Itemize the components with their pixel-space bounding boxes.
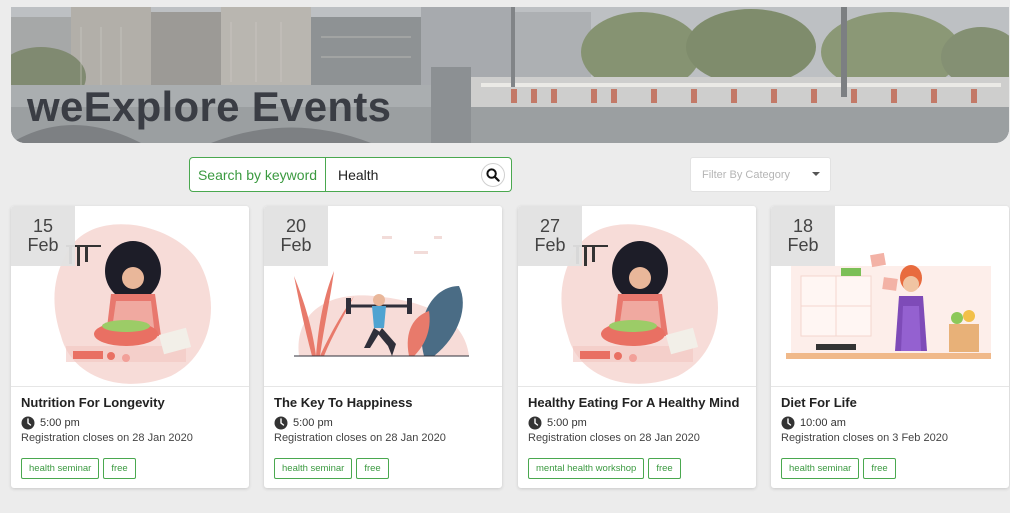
search-button[interactable] xyxy=(481,163,505,187)
event-tag[interactable]: free xyxy=(648,458,681,479)
event-tags: health seminar free xyxy=(274,458,389,479)
event-day: 15 xyxy=(32,216,54,236)
event-month: Feb xyxy=(787,235,819,255)
event-time-row: 5:00 pm xyxy=(528,416,587,430)
event-tag[interactable]: free xyxy=(103,458,136,479)
event-tags: mental health workshop free xyxy=(528,458,681,479)
event-tag[interactable]: health seminar xyxy=(21,458,100,479)
event-title[interactable]: Diet For Life xyxy=(781,395,857,410)
event-time-row: 10:00 am xyxy=(781,416,846,430)
caret-down-icon xyxy=(812,172,820,176)
clock-icon xyxy=(274,416,288,430)
event-tags: health seminar free xyxy=(21,458,136,479)
event-title[interactable]: Healthy Eating For A Healthy Mind xyxy=(528,395,739,410)
event-registration-deadline: Registration closes on 3 Feb 2020 xyxy=(781,432,948,444)
search-input[interactable] xyxy=(338,166,468,183)
page-title: weExplore Events xyxy=(27,83,392,130)
event-card[interactable]: 20 Feb The Key To Happiness 5:00 pm Regi… xyxy=(264,206,502,488)
search-label: Search by keyword xyxy=(189,157,326,192)
card-divider xyxy=(11,386,249,387)
event-card[interactable]: 27 Feb Healthy Eating For A Healthy Mind… xyxy=(518,206,756,488)
hero-banner: weExplore Events xyxy=(11,7,1009,143)
event-month: Feb xyxy=(280,235,312,255)
event-time-row: 5:00 pm xyxy=(274,416,333,430)
event-time: 10:00 am xyxy=(800,417,846,429)
card-divider xyxy=(771,386,1009,387)
clock-icon xyxy=(21,416,35,430)
keyword-search-group: Search by keyword xyxy=(189,157,512,192)
event-registration-deadline: Registration closes on 28 Jan 2020 xyxy=(274,432,446,444)
category-filter-select[interactable]: Filter By Category xyxy=(690,157,831,192)
event-day: 18 xyxy=(792,216,814,236)
search-icon xyxy=(486,168,500,182)
event-tags: health seminar free xyxy=(781,458,896,479)
event-title[interactable]: Nutrition For Longevity xyxy=(21,395,165,410)
event-day: 20 xyxy=(285,216,307,236)
card-divider xyxy=(518,386,756,387)
card-divider xyxy=(264,386,502,387)
event-card[interactable]: 18 Feb Diet For Life 10:00 am Registrati… xyxy=(771,206,1009,488)
event-time: 5:00 pm xyxy=(547,417,587,429)
event-card[interactable]: 15 Feb Nutrition For Longevity 5:00 pm R… xyxy=(11,206,249,488)
event-time: 5:00 pm xyxy=(40,417,80,429)
event-tag[interactable]: free xyxy=(356,458,389,479)
event-month: Feb xyxy=(27,235,59,255)
event-day: 27 xyxy=(539,216,561,236)
event-month: Feb xyxy=(534,235,566,255)
event-registration-deadline: Registration closes on 28 Jan 2020 xyxy=(528,432,700,444)
event-time-row: 5:00 pm xyxy=(21,416,80,430)
event-date-badge: 18 Feb xyxy=(771,206,835,266)
event-tag[interactable]: mental health workshop xyxy=(528,458,645,479)
event-tag[interactable]: health seminar xyxy=(781,458,860,479)
event-date-badge: 20 Feb xyxy=(264,206,328,266)
event-date-badge: 15 Feb xyxy=(11,206,75,266)
event-tag[interactable]: health seminar xyxy=(274,458,353,479)
event-title[interactable]: The Key To Happiness xyxy=(274,395,412,410)
event-date-badge: 27 Feb xyxy=(518,206,582,266)
clock-icon xyxy=(781,416,795,430)
category-filter-placeholder: Filter By Category xyxy=(702,168,791,181)
clock-icon xyxy=(528,416,542,430)
event-registration-deadline: Registration closes on 28 Jan 2020 xyxy=(21,432,193,444)
search-box xyxy=(326,157,512,192)
event-tag[interactable]: free xyxy=(863,458,896,479)
event-time: 5:00 pm xyxy=(293,417,333,429)
